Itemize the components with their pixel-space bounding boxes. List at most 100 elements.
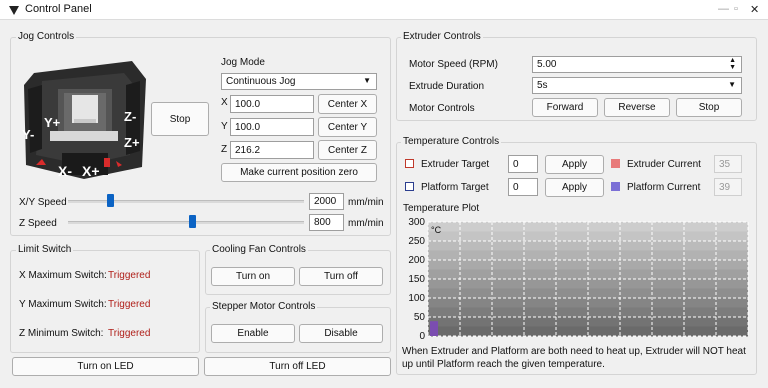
limit-row-x: X Maximum Switch: Triggered <box>19 270 150 281</box>
x-minus-jog[interactable]: X- <box>58 163 72 179</box>
z-pos-label: Z <box>221 144 228 155</box>
y-plus-jog[interactable]: Y+ <box>44 115 61 130</box>
jog-mode-value: Continuous Jog <box>226 76 296 87</box>
y-minus-jog[interactable]: Y- <box>22 127 34 142</box>
temperature-controls-title: Temperature Controls <box>401 136 502 147</box>
z-minus-jog[interactable]: Z- <box>124 109 136 124</box>
xy-speed-label: X/Y Speed <box>19 197 67 208</box>
y-tick-label: 150 <box>408 274 425 285</box>
close-icon[interactable]: ✕ <box>750 3 759 16</box>
forward-button[interactable]: Forward <box>532 98 598 117</box>
stepper-motor-title: Stepper Motor Controls <box>210 301 318 312</box>
platform-apply-button[interactable]: Apply <box>545 178 604 197</box>
x-plus-text: X+ <box>82 163 100 179</box>
z-speed-input[interactable]: 800 <box>309 214 344 231</box>
jog-mode-label: Jog Mode <box>221 57 265 68</box>
center-y-button[interactable]: Center Y <box>318 117 377 137</box>
jog-stop-button[interactable]: Stop <box>151 102 209 136</box>
z-minus-text: Z- <box>124 109 136 124</box>
extruder-stop-button[interactable]: Stop <box>676 98 742 117</box>
extrude-duration-value: 5s <box>537 80 548 91</box>
motor-controls-label: Motor Controls <box>409 103 475 114</box>
z-pos-input[interactable]: 216.2 <box>230 141 314 159</box>
limit-label: Y Maximum Switch: <box>19 299 107 310</box>
xy-speed-slider[interactable] <box>106 194 114 207</box>
z-plus-text: Z+ <box>124 135 140 150</box>
jog-mode-select[interactable]: Continuous Jog ▼ <box>221 73 377 90</box>
maximize-icon[interactable]: ▫ <box>734 3 738 15</box>
plot-axis: 300 250 200 150 100 50 0 <box>408 217 425 342</box>
jog-controls-title: Jog Controls <box>16 31 77 42</box>
y-plus-text: Y+ <box>44 115 61 130</box>
z-speed-track[interactable] <box>68 221 304 224</box>
platform-current-swatch <box>611 182 620 191</box>
limit-label: X Maximum Switch: <box>19 270 107 281</box>
window-title: Control Panel <box>25 3 92 15</box>
x-pos-label: X <box>221 97 228 108</box>
xy-speed-input[interactable]: 2000 <box>309 193 344 210</box>
chevron-down-icon: ▼ <box>363 76 371 85</box>
stepper-disable-button[interactable]: Disable <box>299 324 383 343</box>
center-x-button[interactable]: Center X <box>318 94 377 114</box>
y-pos-input[interactable]: 100.0 <box>230 118 314 136</box>
z-speed-slider[interactable] <box>189 215 197 228</box>
extruder-target-input[interactable]: 0 <box>508 155 538 173</box>
z-speed-unit: mm/min <box>348 218 384 229</box>
plot-grid <box>427 221 749 337</box>
xy-speed-track[interactable] <box>68 200 304 203</box>
fan-off-button[interactable]: Turn off <box>299 267 383 286</box>
limit-status: Triggered <box>108 328 151 339</box>
platform-target-label: Platform Target <box>421 182 489 193</box>
motor-speed-value: 5.00 <box>537 59 557 70</box>
limit-switch-title: Limit Switch <box>16 244 74 255</box>
x-plus-jog[interactable]: X+ <box>82 163 100 179</box>
led-off-button[interactable]: Turn off LED <box>204 357 391 376</box>
y-pos-label: Y <box>221 121 228 132</box>
y-tick-label: 200 <box>408 255 425 266</box>
stepper-enable-button[interactable]: Enable <box>211 324 295 343</box>
motor-speed-label: Motor Speed (RPM) <box>409 59 498 70</box>
printer-jog-pad[interactable]: Y- Y+ X- X+ Z- Z+ <box>20 55 148 185</box>
fan-on-button[interactable]: Turn on <box>211 267 295 286</box>
extruder-current-swatch <box>611 159 620 168</box>
limit-label: Z Minimum Switch: <box>19 328 104 339</box>
title-bar: Control Panel — ▫ ✕ <box>0 0 768 20</box>
extruder-apply-button[interactable]: Apply <box>545 155 604 174</box>
limit-row-z: Z Minimum Switch: Triggered <box>19 328 150 339</box>
y-tick-label: 250 <box>408 236 425 247</box>
y-tick-label: 0 <box>419 331 425 342</box>
x-minus-text: X- <box>58 163 72 179</box>
extruder-current-label: Extruder Current <box>627 159 701 170</box>
platform-target-input[interactable]: 0 <box>508 178 538 196</box>
extrude-duration-label: Extrude Duration <box>409 81 485 92</box>
extruder-controls-title: Extruder Controls <box>401 31 483 42</box>
extrude-duration-select[interactable]: 5s ▼ <box>532 77 742 94</box>
platform-current-label: Platform Current <box>627 182 701 193</box>
y-tick-label: 300 <box>408 217 425 228</box>
xy-speed-unit: mm/min <box>348 197 384 208</box>
heating-note: When Extruder and Platform are both need… <box>402 346 746 370</box>
extruder-target-label: Extruder Target <box>421 159 490 170</box>
limit-status: Triggered <box>108 270 151 281</box>
reverse-button[interactable]: Reverse <box>604 98 670 117</box>
motor-speed-spinbox[interactable]: 5.00 ▲ ▼ <box>532 56 742 73</box>
extruder-current-field: 35 <box>714 155 742 173</box>
x-pos-input[interactable]: 100.0 <box>230 95 314 113</box>
y-tick-label: 100 <box>408 293 425 304</box>
z-speed-label: Z Speed <box>19 218 57 229</box>
spin-arrows-icon[interactable]: ▲ ▼ <box>729 57 736 71</box>
temperature-plot: 300 250 200 150 100 50 0 °C <box>408 217 749 342</box>
minimize-icon[interactable]: — <box>718 3 729 15</box>
plot-unit-label: °C <box>431 225 442 235</box>
platform-target-swatch <box>405 182 414 191</box>
z-plus-jog[interactable]: Z+ <box>124 135 140 150</box>
limit-row-y: Y Maximum Switch: Triggered <box>19 299 150 310</box>
extruder-target-swatch <box>405 159 414 168</box>
make-zero-button[interactable]: Make current position zero <box>221 163 377 182</box>
y-minus-text: Y- <box>22 127 34 142</box>
center-z-button[interactable]: Center Z <box>318 140 377 160</box>
led-on-button[interactable]: Turn on LED <box>12 357 199 376</box>
y-tick-label: 50 <box>414 312 426 323</box>
chevron-down-icon: ▼ <box>728 80 736 89</box>
platform-current-bar <box>430 321 438 336</box>
